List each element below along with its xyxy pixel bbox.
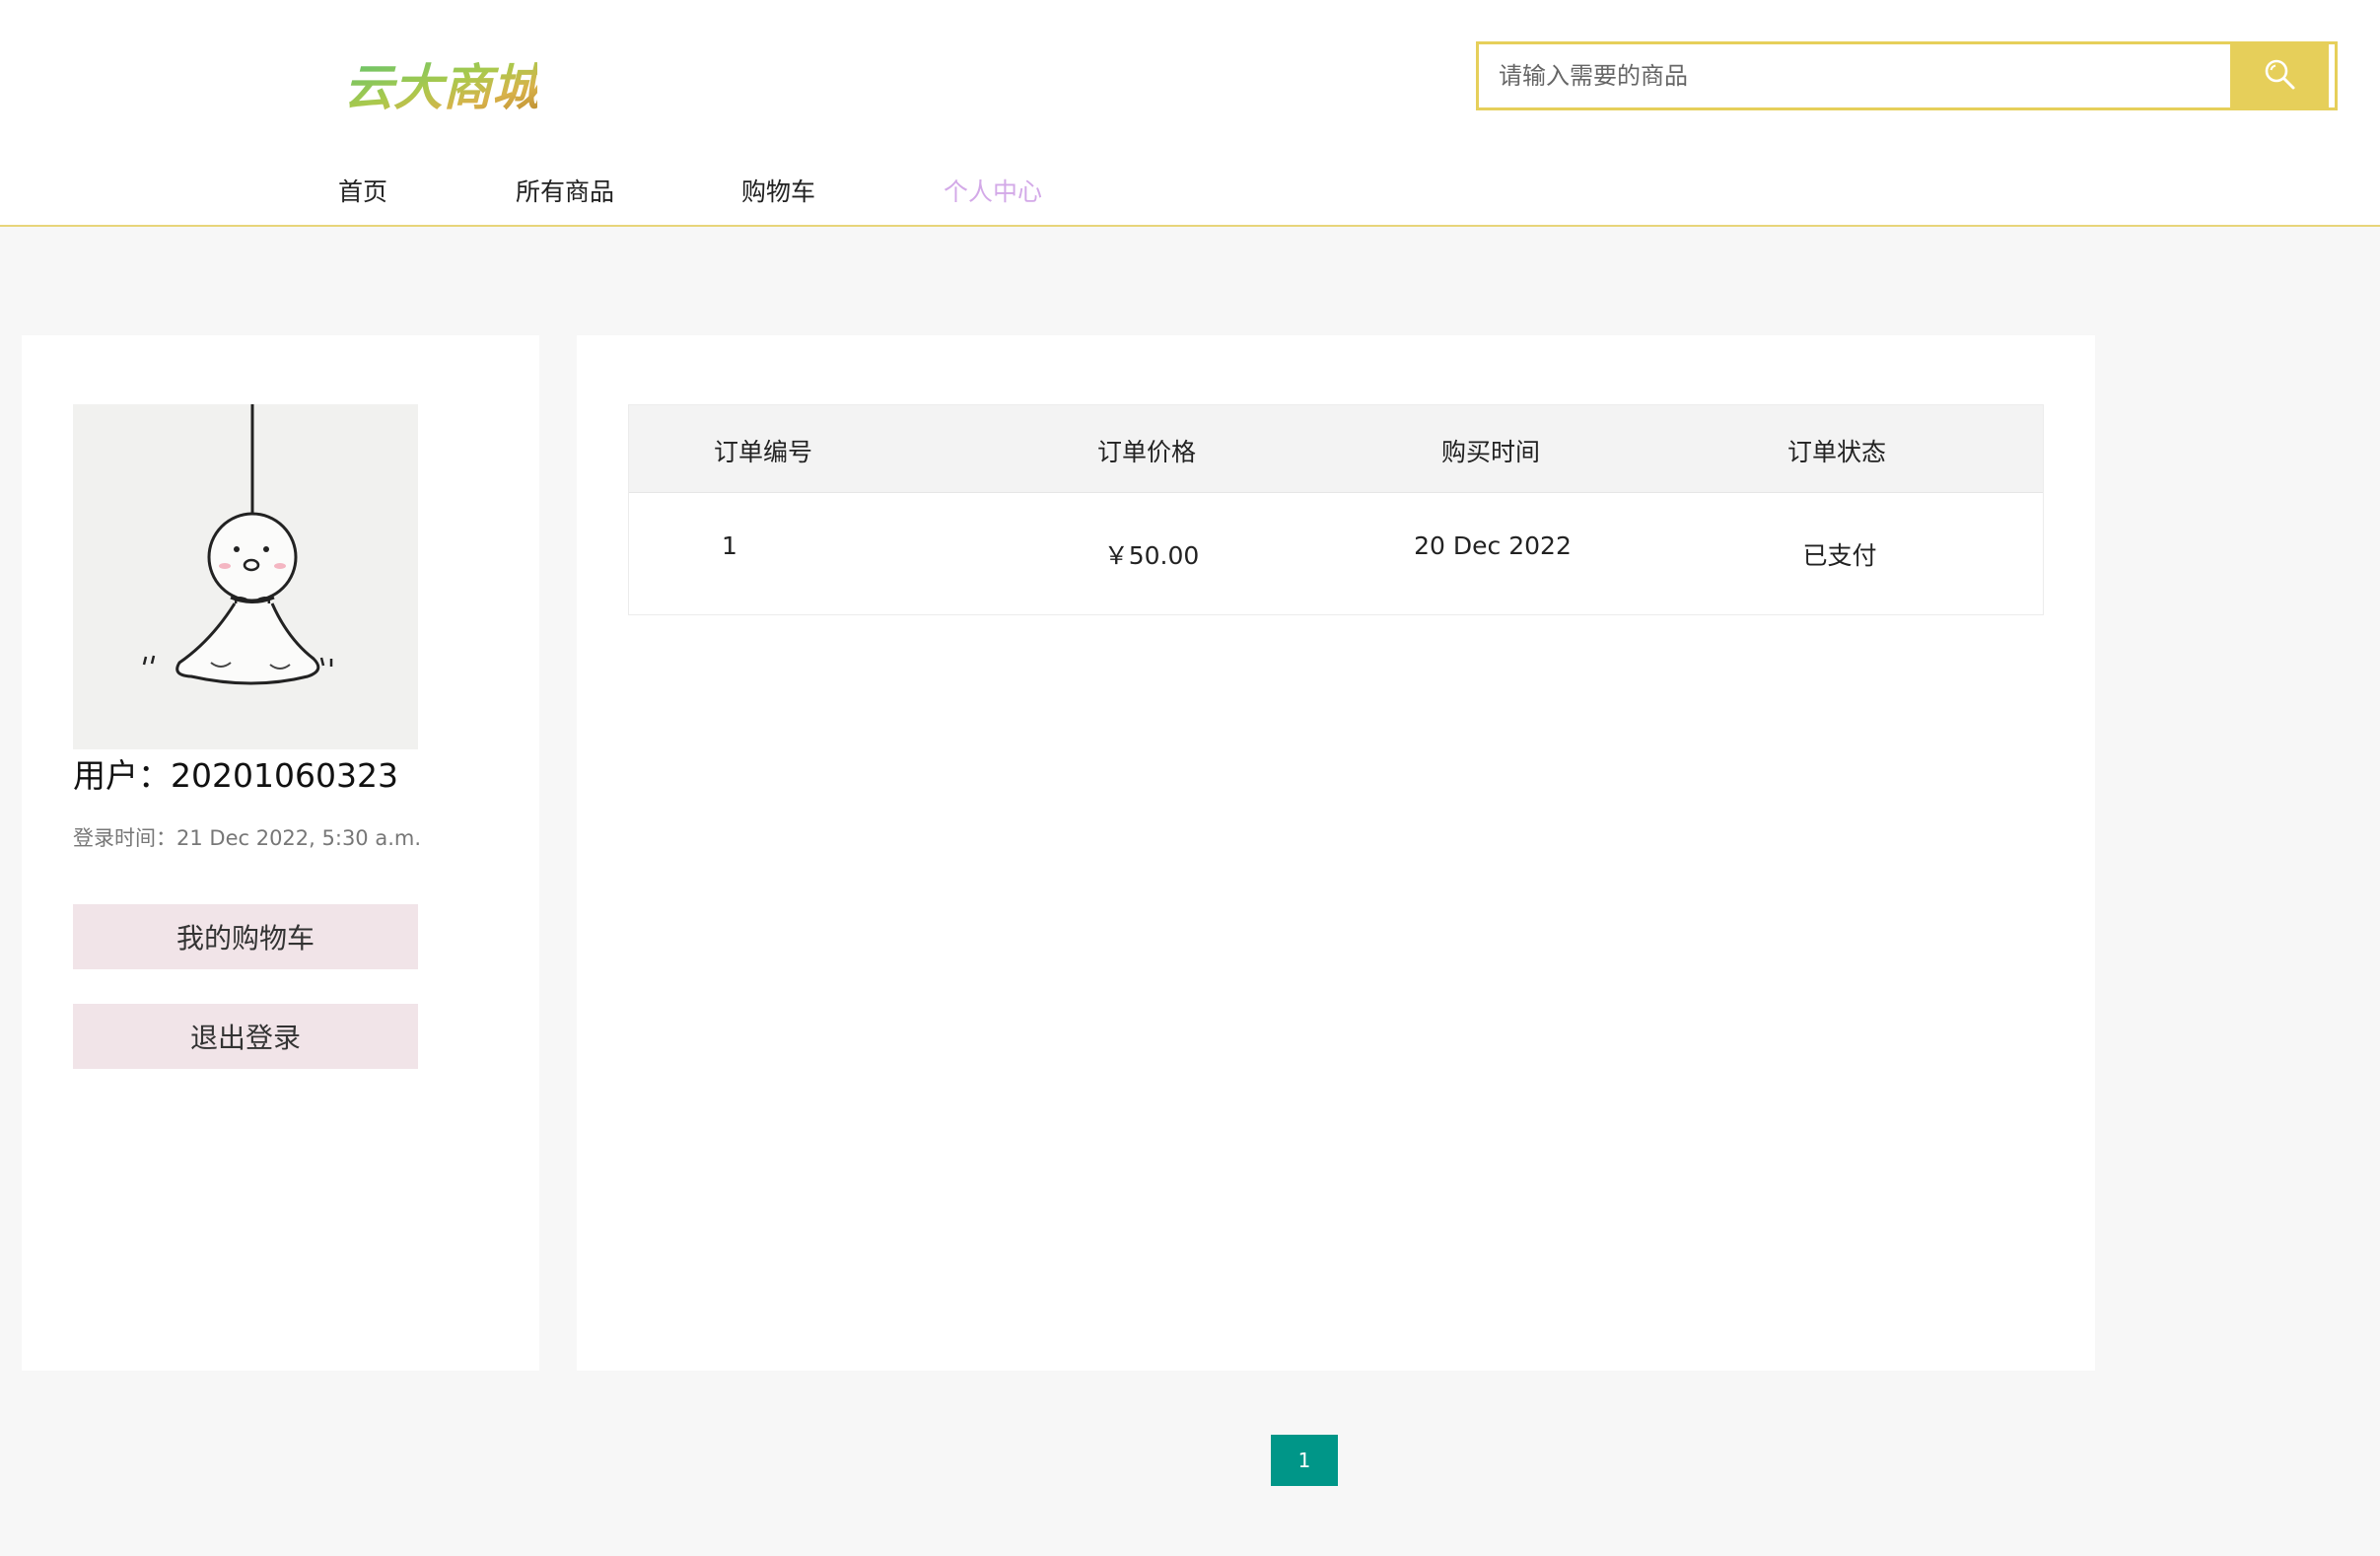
- pagination-page-current[interactable]: 1: [1271, 1435, 1338, 1486]
- header-order-price: 订单价格: [1096, 438, 1197, 466]
- login-time: 登录时间：21 Dec 2022, 5:30 a.m.: [73, 822, 421, 852]
- order-id: 1: [722, 531, 737, 560]
- nav-all-products[interactable]: 所有商品: [516, 168, 614, 217]
- header-purchase-time: 购买时间: [1440, 438, 1541, 466]
- main-nav: 首页 所有商品 购物车 个人中心: [0, 168, 1183, 217]
- username: 用户：20201060323: [73, 749, 398, 797]
- order-price: ￥50.00: [1103, 541, 1200, 570]
- search-input[interactable]: [1479, 44, 2228, 107]
- logout-button[interactable]: 退出登录: [73, 1004, 418, 1069]
- orders-table: 订单编号 订单价格 购买时间 订单状态 1 ￥50.00 20 Dec 2022…: [628, 404, 2044, 615]
- table-row[interactable]: 1 ￥50.00 20 Dec 2022 已支付: [629, 492, 2043, 614]
- header-order-id: 订单编号: [713, 438, 813, 466]
- login-time-label: 登录时间：: [73, 826, 176, 850]
- search-bar: [1476, 41, 2338, 110]
- nav-home[interactable]: 首页: [338, 168, 387, 217]
- username-value: 20201060323: [171, 756, 398, 795]
- header-order-status: 订单状态: [1786, 438, 1887, 466]
- login-time-value: 21 Dec 2022, 5:30 a.m.: [176, 826, 422, 850]
- order-status: 已支付: [1802, 541, 1877, 570]
- site-logo[interactable]: 云大商城: [340, 39, 549, 126]
- nav-profile[interactable]: 个人中心: [944, 168, 1042, 217]
- avatar: [73, 404, 418, 749]
- orders-table-header: 订单编号 订单价格 购买时间 订单状态: [629, 405, 2043, 493]
- logo-text: 云大商城: [344, 58, 537, 116]
- search-button[interactable]: [2230, 44, 2329, 107]
- profile-card: 用户：20201060323 登录时间：21 Dec 2022, 5:30 a.…: [22, 335, 539, 1371]
- my-cart-button[interactable]: 我的购物车: [73, 904, 418, 969]
- orders-card: 订单编号 订单价格 购买时间 订单状态 1 ￥50.00 20 Dec 2022…: [577, 335, 2095, 1371]
- nav-cart[interactable]: 购物车: [741, 168, 815, 217]
- order-time: 20 Dec 2022: [1414, 531, 1572, 560]
- site-header: 云大商城 首页 所有商品 购物车 个人中心: [0, 0, 2380, 227]
- username-label: 用户：: [73, 756, 171, 795]
- search-icon: [2263, 57, 2296, 95]
